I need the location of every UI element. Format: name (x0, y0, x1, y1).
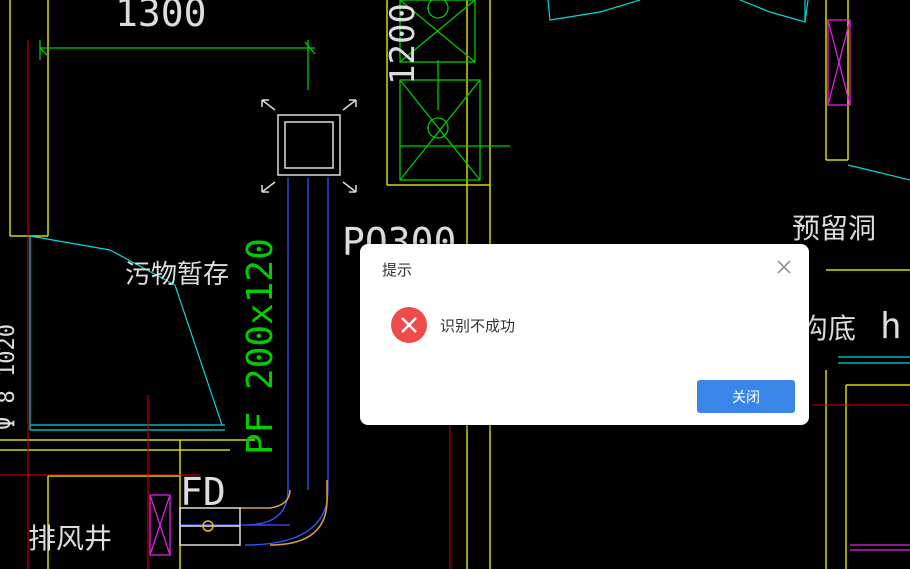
alert-dialog: 提示 识别不成功 关闭 (360, 244, 809, 425)
exhaust-well-label: 排风井 (28, 522, 112, 555)
dim-1300-label: 1300 (115, 0, 207, 35)
fd-label: FD (180, 470, 226, 514)
green-elements (39, 0, 510, 181)
dialog-message: 识别不成功 (440, 317, 516, 335)
reserved-hole-label: 预留洞 (792, 212, 876, 245)
room-label-dirty-storage: 污物暂存 (125, 260, 229, 290)
dialog-title: 提示 (382, 261, 413, 279)
left-partial-label: Ψ 8 1020 (0, 324, 20, 430)
duct-size-label: PF 200x120 (240, 238, 281, 455)
dim-1200-label: 1200 (383, 3, 423, 85)
error-circle-icon (391, 307, 427, 343)
close-button[interactable]: 关闭 (697, 380, 795, 413)
duct-edges (240, 480, 328, 546)
close-icon[interactable] (773, 256, 795, 278)
h-label: h (880, 306, 902, 347)
